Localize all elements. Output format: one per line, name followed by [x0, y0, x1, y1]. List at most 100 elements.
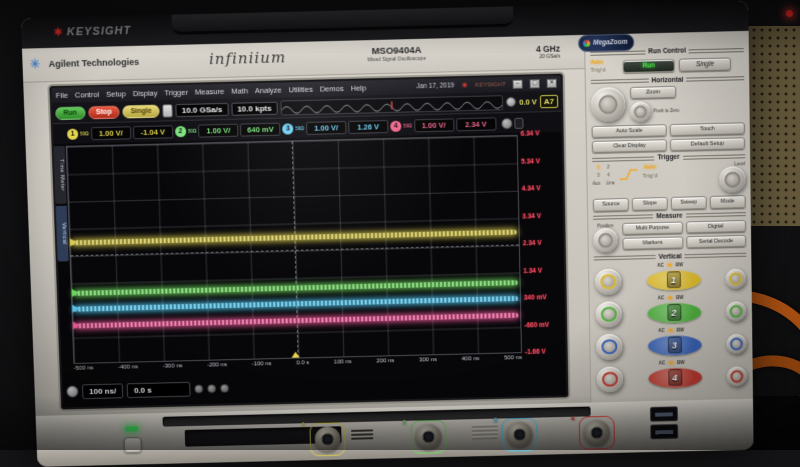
channel-4-on-button[interactable]: 4 — [668, 369, 682, 386]
voltage-scale-label: 4.34 V — [522, 185, 562, 193]
channel-2-scale-knob[interactable] — [596, 301, 622, 327]
tab-vertical[interactable]: Vertical — [56, 206, 69, 262]
channel-2-on-button[interactable]: 2 — [667, 304, 681, 321]
channel-1-icon[interactable]: 1 — [67, 128, 78, 139]
run-hard-button[interactable]: Run — [623, 58, 675, 73]
digital-button[interactable]: Digital — [686, 220, 747, 234]
run-button[interactable]: Run — [55, 106, 85, 120]
channel-3-scale[interactable]: 1.00 V/ — [306, 121, 346, 135]
menu-measure[interactable]: Measure — [195, 87, 225, 97]
menu-trigger[interactable]: Trigger — [164, 88, 188, 98]
tab-time-meter[interactable]: Time Meter — [54, 146, 67, 204]
push-to-zero-hint: Push to Zero — [653, 108, 679, 114]
measure-position-knob[interactable] — [593, 228, 617, 252]
timebase-readout[interactable]: 100 ns/ — [82, 383, 123, 399]
touch-button[interactable]: Touch — [670, 122, 745, 136]
menu-help[interactable]: Help — [351, 83, 367, 92]
channel-4-icon[interactable]: 4 — [390, 120, 401, 131]
minimize-button[interactable]: – — [513, 80, 523, 89]
channel-2-offset[interactable]: 640 mV — [240, 122, 280, 136]
auto-scale-button[interactable]: Auto Scale — [592, 124, 667, 138]
stop-button[interactable]: Stop — [88, 105, 120, 119]
channel-1-controls[interactable]: 1 50Ω 1.00 V/ -1.04 V — [67, 125, 173, 141]
channel-4-input: 4 — [579, 416, 615, 450]
menu-control[interactable]: Control — [75, 90, 100, 100]
maximize-button[interactable]: ▢ — [530, 79, 540, 88]
trigger-source-button[interactable]: Source — [593, 198, 629, 211]
trigger-mode-button[interactable]: Mode — [710, 196, 746, 209]
channel-4-scale[interactable]: 1.00 V/ — [414, 118, 454, 132]
channel-3-on-button[interactable]: 3 — [667, 337, 681, 354]
channel-1-offset-knob[interactable] — [726, 268, 746, 288]
channel-2-scale[interactable]: 1.00 V/ — [198, 123, 238, 137]
channel-3-controls[interactable]: 3 50Ω 1.00 V/ 1.26 V — [282, 119, 388, 135]
channel-3-icon[interactable]: 3 — [282, 123, 293, 134]
timebase-knob-icon[interactable] — [66, 386, 78, 398]
channel-2-offset-knob[interactable] — [726, 301, 746, 321]
channel-3-scale-knob[interactable] — [596, 334, 622, 360]
channel-4-ground-marker[interactable] — [73, 321, 80, 329]
waveform-preview-strip — [280, 95, 503, 115]
trigger-time-marker[interactable] — [291, 352, 299, 358]
channel-3-ground-marker[interactable] — [72, 305, 79, 313]
menu-setup[interactable]: Setup — [106, 89, 126, 99]
channel-2-input: 2 — [410, 420, 446, 454]
sample-rate-readout[interactable]: 10.0 GSa/s — [176, 102, 229, 116]
status-bar: 100 ns/ 0.0 s — [66, 368, 562, 404]
menu-math[interactable]: Math — [231, 86, 248, 95]
channel-2-icon[interactable]: 2 — [175, 125, 186, 136]
channel-1-scale[interactable]: 1.00 V/ — [91, 126, 131, 140]
channel-1-ground-marker[interactable] — [70, 238, 77, 246]
trigger-slope-button[interactable]: Slope — [632, 197, 668, 210]
menu-display[interactable]: Display — [133, 89, 158, 99]
channel-3-lens: 3 — [647, 335, 701, 356]
markers-button[interactable]: Markers — [622, 237, 682, 251]
memory-depth-readout[interactable]: 10.0 kpts — [231, 101, 278, 115]
serial-decode-button[interactable]: Serial Decode — [686, 235, 746, 249]
default-setup-button[interactable]: Default Setup — [670, 137, 745, 151]
series-label: infiniium — [209, 48, 287, 68]
power-button[interactable] — [124, 437, 142, 453]
channel-4-controls[interactable]: 4 50Ω 1.00 V/ 2.34 V — [390, 117, 496, 133]
zoom-button[interactable]: Zoom — [630, 85, 676, 98]
status-icon[interactable] — [207, 384, 216, 393]
date-display: Jan 17, 2019 — [416, 82, 454, 90]
time-label: 500 ns — [504, 355, 522, 361]
channel-3-impedance: 50Ω — [295, 126, 304, 131]
clear-display-button[interactable]: Clear Display — [592, 139, 667, 153]
aux-channel-icon[interactable] — [501, 117, 512, 128]
channel-2-ground-marker[interactable] — [72, 289, 79, 297]
trigger-level-knob[interactable] — [719, 167, 745, 194]
status-icon[interactable] — [220, 383, 229, 392]
touch-toggle-icon[interactable] — [162, 104, 172, 117]
channel-3-offset-knob[interactable] — [726, 334, 746, 354]
voltage-scale-label: 5.34 V — [521, 158, 561, 166]
channel-1-offset[interactable]: -1.04 V — [133, 125, 173, 139]
trigger-sweep-button[interactable]: Sweep — [671, 197, 707, 210]
single-hard-button[interactable]: Single — [679, 57, 731, 72]
status-icon[interactable] — [194, 384, 203, 393]
channel-1-on-button[interactable]: 1 — [666, 271, 680, 288]
delay-readout[interactable]: 0.0 s — [127, 381, 191, 397]
trigger-level-readout[interactable]: 0.0 V — [519, 97, 537, 106]
horizontal-position-knob[interactable] — [630, 101, 650, 122]
vertical-channel-1: ACBW 1 — [594, 260, 747, 294]
channel-4-offset[interactable]: 2.34 V — [456, 117, 496, 131]
single-button[interactable]: Single — [122, 104, 159, 118]
channel-2-controls[interactable]: 2 50Ω 1.00 V/ 640 mV — [175, 122, 281, 138]
channel-3-offset[interactable]: 1.26 V — [348, 119, 388, 133]
channel-1-scale-knob[interactable] — [595, 268, 621, 294]
close-button[interactable]: ✕ — [547, 79, 557, 88]
menu-analyze[interactable]: Analyze — [255, 86, 282, 96]
multi-purpose-button[interactable]: Multi Purpose — [622, 221, 683, 235]
menu-file[interactable]: File — [56, 91, 68, 100]
channel-4-scale-knob[interactable] — [597, 366, 623, 392]
menu-utilities[interactable]: Utilities — [289, 85, 313, 95]
channel-4-offset-knob[interactable] — [727, 366, 747, 386]
megazoom-icon — [583, 40, 590, 47]
horizontal-scale-knob[interactable] — [591, 87, 626, 122]
trigger-level-icon[interactable] — [506, 97, 516, 107]
digital-channels-icon[interactable] — [514, 117, 523, 128]
model-label: MSO9404A Mixed Signal Oscilloscope — [341, 44, 452, 64]
menu-demos[interactable]: Demos — [320, 84, 344, 94]
